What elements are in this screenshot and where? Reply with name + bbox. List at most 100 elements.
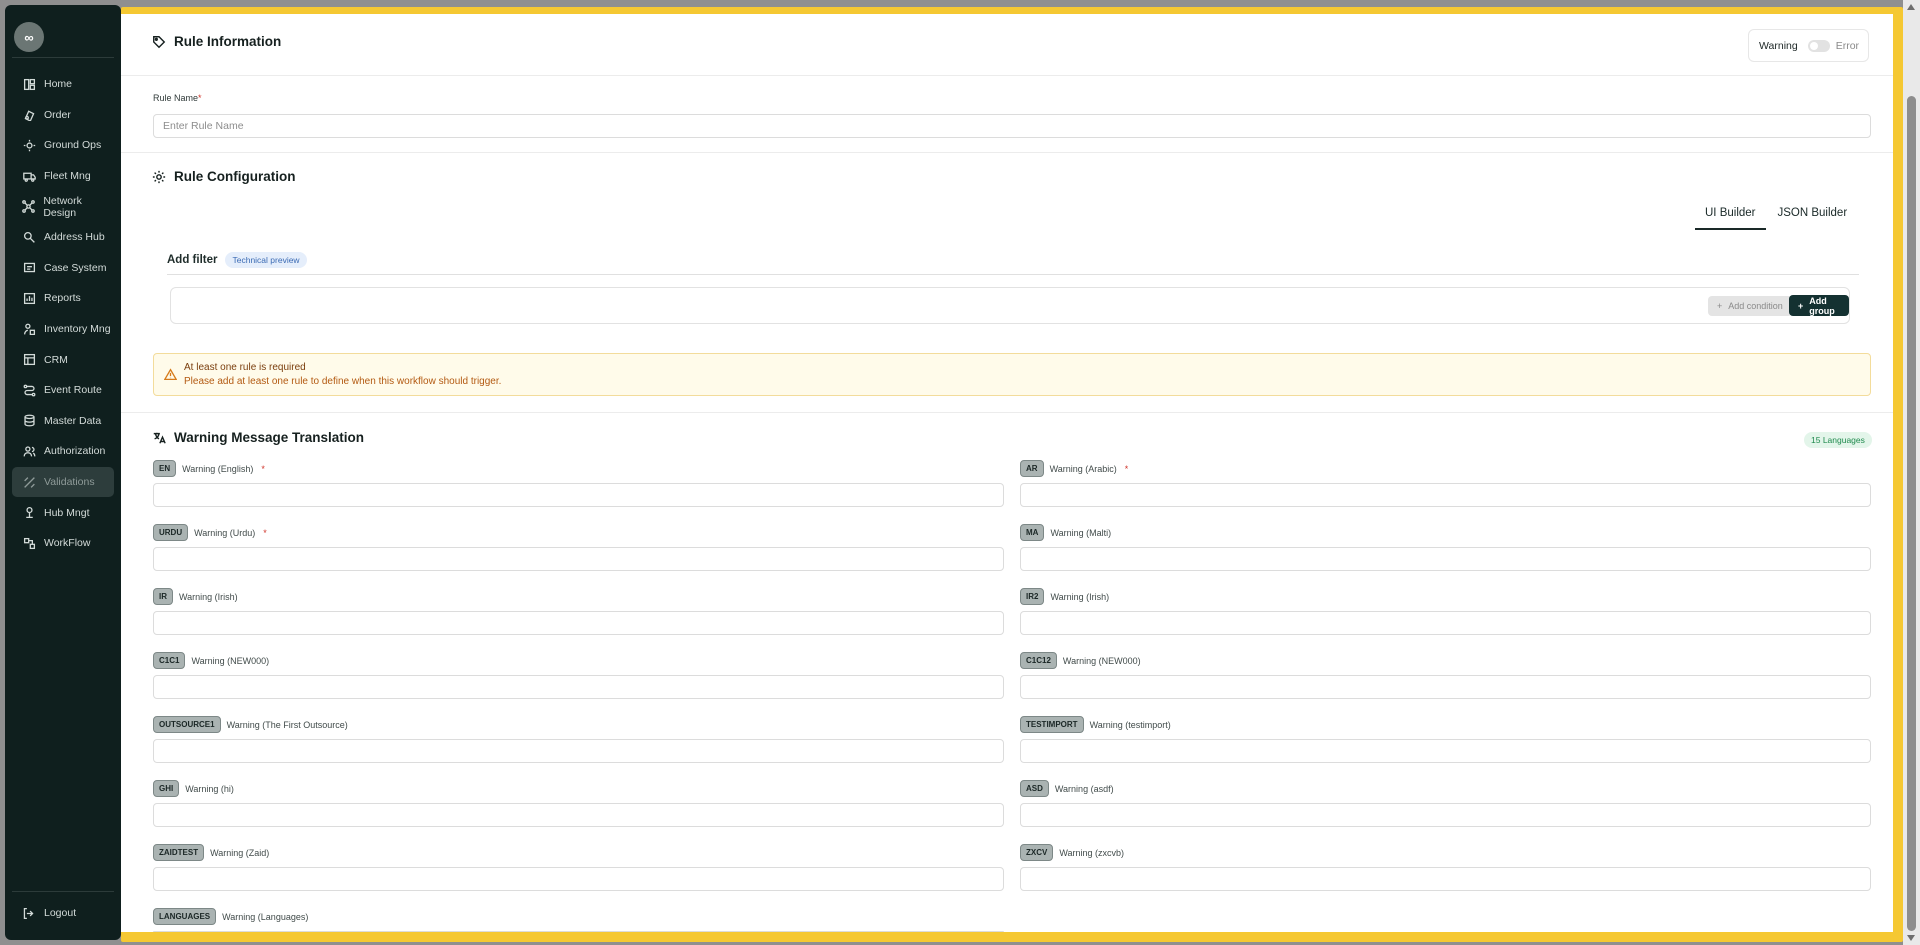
add-condition-button[interactable]: + Add condition bbox=[1708, 296, 1792, 316]
sidebar: ∞ Home Order Ground Ops Fleet Mng Network De… bbox=[5, 5, 121, 940]
language-code-badge: LANGUAGES bbox=[153, 908, 217, 925]
inventory-icon bbox=[22, 322, 36, 336]
workflow-icon bbox=[22, 536, 36, 550]
sidebar-item-event-route[interactable]: Event Route bbox=[12, 375, 114, 406]
language-name: Warning (Urdu) bbox=[194, 527, 256, 538]
translation-input-ir2[interactable] bbox=[1020, 611, 1871, 635]
ground-ops-icon bbox=[22, 138, 36, 152]
language-code-badge: TESTIMPORT bbox=[1020, 716, 1084, 733]
main-content: Rule Information Warning Error Rule Name… bbox=[121, 14, 1893, 932]
severity-switch[interactable] bbox=[1807, 39, 1830, 52]
language-label-c1c1: C1C1 Warning (NEW000) bbox=[153, 652, 269, 669]
truck-icon bbox=[22, 169, 36, 183]
required-mark: * bbox=[1124, 463, 1129, 474]
language-code-badge: GHI bbox=[153, 780, 180, 797]
translation-input-c1c1[interactable] bbox=[153, 675, 1004, 699]
language-code-badge: MA bbox=[1020, 524, 1045, 541]
language-name: Warning (hi) bbox=[185, 783, 234, 794]
sidebar-item-label: Authorization bbox=[44, 445, 106, 458]
translation-input-outsource1[interactable] bbox=[153, 739, 1004, 763]
scroll-thumb[interactable] bbox=[1907, 96, 1916, 931]
sidebar-item-case-system[interactable]: Case System bbox=[12, 253, 114, 284]
sidebar-item-reports[interactable]: Reports bbox=[12, 283, 114, 314]
sidebar-item-ground-ops[interactable]: Ground Ops bbox=[12, 130, 114, 161]
language-name: Warning (Arabic) bbox=[1049, 463, 1117, 474]
sidebar-item-network-design[interactable]: Network Design bbox=[12, 191, 114, 222]
translation-input-ghi[interactable] bbox=[153, 803, 1004, 827]
tab-json-builder[interactable]: JSON Builder bbox=[1768, 199, 1858, 230]
scrollbar[interactable] bbox=[1903, 0, 1920, 945]
language-label-ar: AR Warning (Arabic) * bbox=[1020, 460, 1128, 477]
crm-icon bbox=[22, 353, 36, 367]
translation-input-zxcv[interactable] bbox=[1020, 867, 1871, 891]
divider bbox=[121, 412, 1893, 413]
scroll-up-icon[interactable] bbox=[1907, 4, 1915, 10]
translation-input-ir[interactable] bbox=[153, 611, 1004, 635]
rule-configuration-title: Rule Configuration bbox=[152, 169, 296, 184]
sidebar-item-inventory-mng[interactable]: Inventory Mng bbox=[12, 314, 114, 345]
sidebar-item-hub-mngt[interactable]: Hub Mngt bbox=[12, 497, 114, 528]
home-icon bbox=[22, 77, 36, 91]
sidebar-item-crm[interactable]: CRM bbox=[12, 344, 114, 375]
rule-information-title: Rule Information bbox=[152, 34, 281, 49]
sidebar-item-home[interactable]: Home bbox=[12, 69, 114, 100]
filter-builder-box: + Add condition + Add group bbox=[170, 287, 1850, 324]
language-label-ir: IR Warning (Irish) bbox=[153, 588, 238, 605]
warning-alert: At least one rule is required Please add… bbox=[153, 353, 1871, 396]
translation-input-languages[interactable] bbox=[153, 931, 1004, 932]
language-label-zxcv: ZXCV Warning (zxcvb) bbox=[1020, 844, 1124, 861]
language-label-en: EN Warning (English) * bbox=[153, 460, 265, 477]
language-label-ir2: IR2 Warning (Irish) bbox=[1020, 588, 1109, 605]
language-label-c1c12: C1C12 Warning (NEW000) bbox=[1020, 652, 1141, 669]
toggle-error-label: Error bbox=[1835, 39, 1860, 52]
location-icon bbox=[22, 230, 36, 244]
logout-button[interactable]: Logout bbox=[21, 906, 76, 920]
add-filter-title: Add filter bbox=[167, 254, 218, 266]
translation-input-urdu[interactable] bbox=[153, 547, 1004, 571]
language-code-badge: IR bbox=[153, 588, 173, 605]
language-code-badge: OUTSOURCE1 bbox=[153, 716, 221, 733]
sidebar-item-label: Validations bbox=[44, 476, 95, 489]
required-mark: * bbox=[263, 527, 267, 538]
sidebar-item-master-data[interactable]: Master Data bbox=[12, 406, 114, 437]
language-label-ghi: GHI Warning (hi) bbox=[153, 780, 234, 797]
language-label-ma: MA Warning (Malti) bbox=[1020, 524, 1111, 541]
translation-input-c1c12[interactable] bbox=[1020, 675, 1871, 699]
sidebar-item-workflow[interactable]: WorkFlow bbox=[12, 528, 114, 559]
rule-name-label: Rule Name* bbox=[153, 93, 202, 103]
language-code-badge: C1C12 bbox=[1020, 652, 1057, 669]
tag-icon bbox=[153, 35, 166, 48]
rule-name-input[interactable]: Enter Rule Name bbox=[153, 114, 1871, 138]
sidebar-item-label: Ground Ops bbox=[44, 139, 102, 152]
sidebar-item-fleet-mng[interactable]: Fleet Mng bbox=[12, 161, 114, 192]
sidebar-item-label: WorkFlow bbox=[44, 537, 91, 550]
sidebar-item-authorization[interactable]: Authorization bbox=[12, 436, 114, 467]
language-name: Warning (zxcvb) bbox=[1059, 847, 1125, 858]
sidebar-item-address-hub[interactable]: Address Hub bbox=[12, 222, 114, 253]
translation-input-ar[interactable] bbox=[1020, 483, 1871, 507]
translation-input-asd[interactable] bbox=[1020, 803, 1871, 827]
plus-icon: + bbox=[1798, 300, 1804, 311]
tab-ui-builder[interactable]: UI Builder bbox=[1695, 199, 1766, 230]
language-name: Warning (Languages) bbox=[222, 911, 309, 922]
translation-input-zaidtest[interactable] bbox=[153, 867, 1004, 891]
required-mark: * bbox=[261, 463, 265, 474]
validation-icon bbox=[22, 475, 36, 489]
language-code-badge: ZAIDTEST bbox=[153, 844, 205, 861]
sidebar-item-validations[interactable]: Validations bbox=[12, 466, 114, 498]
order-icon bbox=[22, 108, 36, 122]
translation-input-en[interactable] bbox=[153, 483, 1004, 507]
warning-error-toggle[interactable]: Warning Error bbox=[1748, 29, 1869, 62]
translation-input-testimport[interactable] bbox=[1020, 739, 1871, 763]
app-logo[interactable]: ∞ bbox=[14, 22, 44, 52]
network-icon bbox=[22, 200, 36, 214]
sidebar-item-label: Reports bbox=[44, 292, 81, 305]
translation-input-ma[interactable] bbox=[1020, 547, 1871, 571]
add-filter-header: Add filter Technical preview bbox=[167, 252, 307, 268]
sidebar-item-order[interactable]: Order bbox=[12, 100, 114, 131]
language-label-languages: LANGUAGES Warning (Languages) bbox=[153, 908, 308, 925]
language-code-badge: C1C1 bbox=[153, 652, 186, 669]
scroll-down-icon[interactable] bbox=[1907, 935, 1915, 941]
hub-icon bbox=[22, 506, 36, 520]
add-group-button[interactable]: + Add group bbox=[1789, 295, 1849, 316]
